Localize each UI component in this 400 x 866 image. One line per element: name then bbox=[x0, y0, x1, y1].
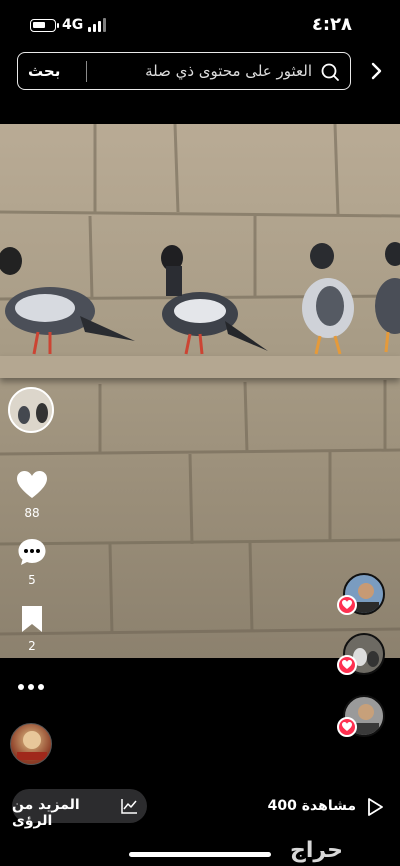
search-icon bbox=[321, 63, 339, 81]
author-avatar-image bbox=[17, 731, 47, 760]
save-button[interactable]: 2 bbox=[12, 605, 52, 653]
search-button[interactable]: بحث bbox=[28, 62, 60, 80]
pigeon-3 bbox=[302, 243, 354, 355]
comment-button[interactable]: 5 bbox=[12, 537, 52, 587]
author-avatar[interactable] bbox=[10, 723, 52, 765]
insights-label: المزيد من الرؤى bbox=[12, 797, 80, 829]
post-photo[interactable] bbox=[0, 124, 400, 658]
play-icon bbox=[368, 798, 383, 816]
more-icon[interactable] bbox=[18, 683, 46, 691]
comment-icon bbox=[18, 539, 46, 565]
heart-icon bbox=[342, 660, 352, 669]
heart-icon bbox=[342, 600, 352, 609]
pigeon-1 bbox=[0, 247, 135, 355]
bookmark-icon bbox=[22, 606, 42, 632]
search-input[interactable]: بحث العثور على محتوى ذي صلة bbox=[17, 52, 351, 90]
home-indicator[interactable] bbox=[129, 852, 271, 857]
search-row: بحث العثور على محتوى ذي صلة bbox=[0, 52, 400, 92]
pigeons-illustration bbox=[0, 242, 400, 355]
heart-icon bbox=[342, 722, 352, 731]
views-text: 400 مشاهدة bbox=[267, 798, 356, 814]
like-count: 88 bbox=[24, 506, 40, 520]
save-count: 2 bbox=[28, 639, 36, 653]
like-button[interactable]: 88 bbox=[12, 470, 52, 520]
liker-heart-badge bbox=[337, 717, 357, 737]
views-counter: 400 مشاهدة bbox=[264, 796, 384, 818]
status-bar: 4G ٤:٢٨ bbox=[0, 0, 400, 50]
collection-thumbnail[interactable] bbox=[8, 387, 54, 433]
network-label: 4G bbox=[62, 17, 84, 33]
search-divider bbox=[86, 61, 87, 82]
chart-icon bbox=[121, 799, 137, 814]
pigeon-4 bbox=[375, 242, 400, 353]
brick-lines bbox=[0, 124, 400, 636]
chevron-right-icon[interactable] bbox=[365, 60, 387, 82]
clock: ٤:٢٨ bbox=[311, 14, 352, 35]
pigeon-2 bbox=[161, 245, 268, 355]
heart-icon bbox=[17, 471, 47, 498]
signal-icon bbox=[88, 18, 108, 32]
search-placeholder: العثور على محتوى ذي صلة bbox=[145, 62, 312, 80]
haraj-watermark: حراج bbox=[290, 838, 343, 863]
liker-heart-badge bbox=[337, 655, 357, 675]
liker-heart-badge bbox=[337, 595, 357, 615]
battery-icon bbox=[30, 19, 59, 32]
comment-count: 5 bbox=[28, 573, 36, 587]
more-insights-button[interactable]: المزيد من الرؤى bbox=[12, 789, 147, 829]
